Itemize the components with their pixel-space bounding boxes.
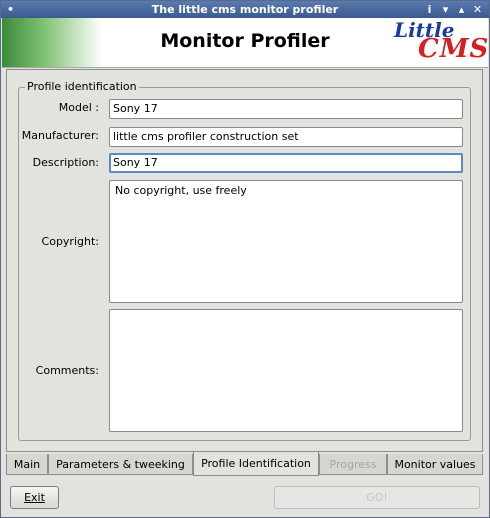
tab-profile-identification[interactable]: Profile Identification [193,452,319,476]
title-bar[interactable]: • The little cms monitor profiler i ▾ ▴ … [1,1,489,18]
model-label: Model : [58,101,99,114]
tab-monitor-values[interactable]: Monitor values [387,454,483,475]
copyright-textarea[interactable]: No copyright, use freely [109,180,463,303]
tab-main-label: Main [13,458,41,471]
go-button-label: GO! [366,491,388,504]
main-window: • The little cms monitor profiler i ▾ ▴ … [0,0,490,518]
copyright-label: Copyright: [41,235,99,248]
tab-profile-identification-label: Profile Identification [201,457,311,470]
logo-cms-text: CMS [418,34,488,64]
profile-identification-group: Profile identification Model : Sony 17 M… [18,80,471,441]
description-field[interactable]: Sony 17 [109,153,463,173]
group-legend: Profile identification [25,80,139,93]
comments-label: Comments: [35,364,99,377]
description-label: Description: [32,156,99,169]
comments-textarea[interactable] [109,309,463,432]
tab-parameters-tweeking[interactable]: Parameters & tweeking [48,454,193,475]
close-icon[interactable]: ✕ [470,2,485,17]
maximize-icon[interactable]: ▴ [454,2,469,17]
tab-progress: Progress [319,454,387,475]
tab-content-panel: Profile identification Model : Sony 17 M… [6,69,483,452]
exit-button[interactable]: Exit [10,486,59,509]
header-banner: Monitor Profiler Little CMS [2,18,488,68]
exit-button-label: Exit [24,491,45,504]
minimize-icon[interactable]: ▾ [438,2,453,17]
info-icon[interactable]: i [422,2,437,17]
manufacturer-field[interactable]: little cms profiler construction set [109,127,463,147]
tab-main[interactable]: Main [6,454,48,475]
window-title: The little cms monitor profiler [151,3,339,16]
manufacturer-label: Manufacturer: [21,129,99,142]
tab-parameters-label: Parameters & tweeking [56,458,185,471]
go-button: GO! [274,486,480,509]
model-field[interactable]: Sony 17 [109,99,463,119]
pin-icon[interactable]: • [3,2,18,17]
tab-monitor-values-label: Monitor values [394,458,476,471]
tab-progress-label: Progress [329,458,377,471]
tab-bar: Main Parameters & tweeking Profile Ident… [6,452,483,476]
